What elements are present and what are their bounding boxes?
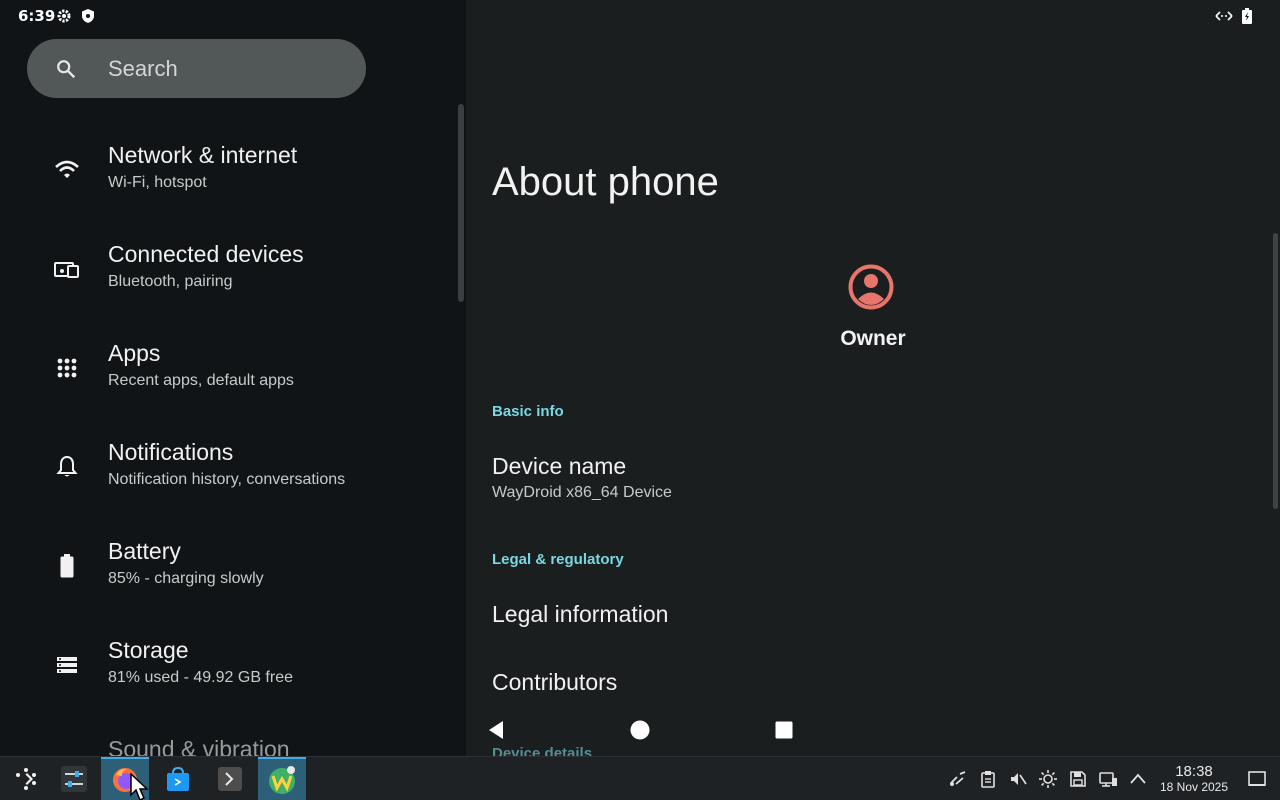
account-avatar-icon[interactable] [848, 264, 894, 310]
sidebar-item-network[interactable]: Network & internet Wi-Fi, hotspot [0, 142, 440, 234]
sidebar-scrollbar[interactable] [458, 104, 464, 302]
page-title: About phone [492, 160, 719, 204]
ethernet-icon [1215, 11, 1233, 21]
chevron-up-icon[interactable] [1128, 769, 1148, 789]
sidebar-item-title: Network & internet [108, 142, 298, 168]
sidebar-item-subtitle: Bluetooth, pairing [108, 273, 233, 290]
save-disk-icon[interactable] [1068, 769, 1088, 789]
owner-label[interactable]: Owner [466, 327, 1280, 351]
volume-muted-icon[interactable] [1008, 769, 1028, 789]
taskbar-app-waydroid[interactable] [258, 757, 306, 800]
sidebar-item-subtitle: 85% - charging slowly [108, 570, 264, 587]
wifi-icon [55, 160, 79, 178]
battery-icon [60, 554, 74, 578]
gear-icon [57, 9, 71, 23]
terminal-icon [218, 767, 242, 791]
section-header-legal: Legal & regulatory [492, 551, 624, 568]
sliders-icon [61, 766, 87, 792]
clipboard-icon[interactable] [978, 769, 998, 789]
sidebar-item-connected-devices[interactable]: Connected devices Bluetooth, pairing [0, 241, 440, 333]
search-placeholder: Search [108, 56, 178, 81]
battery-charging-icon [1242, 8, 1252, 24]
about-phone-pane: About phone Owner Basic info Device name… [466, 0, 1280, 756]
sidebar-item-title: Storage [108, 637, 189, 663]
kdeconnect-icon[interactable] [948, 769, 968, 789]
pref-contributors[interactable]: Contributors [492, 669, 617, 696]
search-icon [57, 60, 76, 79]
bell-icon [56, 455, 78, 477]
launcher-icon [16, 768, 36, 790]
search-bar[interactable]: Search [27, 39, 366, 98]
pref-title: Device name [492, 453, 627, 479]
android-window: 6:39 Search Network & internet Wi-Fi, ho… [0, 0, 1280, 756]
status-right-icons [1214, 8, 1252, 24]
sidebar-item-title: Battery [108, 538, 181, 564]
sidebar-item-apps[interactable]: Apps Recent apps, default apps [0, 340, 440, 432]
apps-grid-icon [57, 358, 77, 378]
sidebar-item-subtitle: Recent apps, default apps [108, 372, 294, 389]
sidebar-item-title: Sound & vibration [108, 736, 290, 756]
taskbar-app-store[interactable] [154, 757, 202, 800]
navigation-bar [466, 710, 1280, 756]
sidebar-item-battery[interactable]: Battery 85% - charging slowly [0, 538, 440, 630]
pref-summary: WayDroid x86_64 Device [492, 484, 672, 501]
sidebar-item-notifications[interactable]: Notifications Notification history, conv… [0, 439, 440, 531]
sidebar-item-subtitle: 81% used - 49.92 GB free [108, 669, 293, 686]
content-scrollbar[interactable] [1273, 233, 1278, 509]
show-desktop-icon[interactable] [1247, 769, 1267, 789]
sidebar-item-title: Connected devices [108, 241, 304, 267]
clock-date[interactable]: 18 Nov 2025 [1152, 780, 1236, 794]
recents-icon[interactable] [772, 718, 796, 742]
taskbar-app-settings[interactable] [50, 757, 98, 800]
shield-icon [82, 9, 94, 23]
sidebar-item-storage[interactable]: Storage 81% used - 49.92 GB free [0, 637, 440, 729]
storage-icon [57, 657, 77, 673]
taskbar-launcher[interactable] [2, 757, 50, 800]
sidebar-item-subtitle: Notification history, conversations [108, 471, 346, 488]
mouse-cursor-icon [130, 773, 149, 800]
waydroid-icon [269, 766, 295, 794]
home-icon[interactable] [628, 718, 652, 742]
sidebar-item-title: Notifications [108, 439, 234, 465]
taskbar-app-terminal[interactable] [206, 757, 254, 800]
sidebar-item-title: Apps [108, 340, 161, 366]
clock-time[interactable]: 18:38 [1156, 763, 1232, 780]
settings-sidebar: Search Network & internet Wi-Fi, hotspot… [0, 0, 466, 756]
sidebar-item-sound[interactable]: Sound & vibration [0, 736, 440, 756]
section-header-basic-info: Basic info [492, 403, 564, 420]
devices-icon [54, 262, 79, 278]
store-bag-icon [167, 766, 189, 791]
pref-legal-information[interactable]: Legal information [492, 601, 668, 628]
taskbar [0, 756, 1280, 800]
status-time: 6:39 [18, 7, 56, 25]
back-icon[interactable] [484, 718, 508, 742]
network-wired-icon[interactable] [1098, 769, 1118, 789]
brightness-icon[interactable] [1038, 769, 1058, 789]
sidebar-item-subtitle: Wi-Fi, hotspot [108, 174, 207, 191]
status-bar: 6:39 [0, 0, 1280, 32]
